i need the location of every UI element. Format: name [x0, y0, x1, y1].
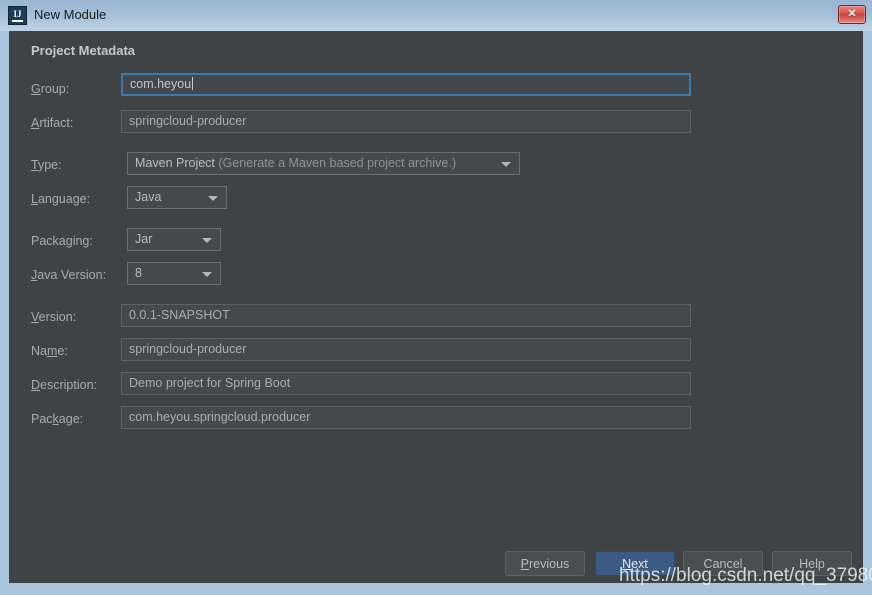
label-version: Version:: [31, 310, 77, 324]
group-input[interactable]: com.heyou: [121, 73, 691, 96]
packaging-combobox[interactable]: Jar: [127, 228, 221, 251]
java-version-combobox[interactable]: 8: [127, 262, 221, 285]
dialog-content: Project Metadata Group: com.heyou Artifa…: [9, 31, 863, 583]
label-package: Package:: [31, 412, 84, 426]
help-button[interactable]: Help: [772, 551, 852, 576]
page-title: Project Metadata: [31, 43, 136, 58]
label-description: Description:: [31, 378, 98, 392]
language-combobox[interactable]: Java: [127, 186, 227, 209]
label-type: Type:: [31, 158, 62, 172]
version-input[interactable]: 0.0.1-SNAPSHOT: [121, 304, 691, 327]
window-title: New Module: [34, 7, 107, 22]
type-value-suffix: (Generate a Maven based project archive.…: [214, 156, 457, 170]
close-glyph: ✕: [847, 8, 857, 20]
language-combobox-value: Java: [135, 190, 162, 204]
label-group: Group:: [31, 82, 70, 96]
java-version-combobox-value: 8: [135, 266, 142, 280]
previous-button-label: Previous: [520, 556, 570, 571]
label-java-version: Java Version:: [31, 268, 107, 282]
description-input[interactable]: Demo project for Spring Boot: [121, 372, 691, 395]
next-button[interactable]: Next: [595, 551, 675, 576]
previous-button[interactable]: Previous: [505, 551, 585, 576]
packaging-combobox-value: Jar: [135, 232, 153, 246]
chevron-down-icon: [208, 196, 218, 201]
chevron-down-icon: [501, 162, 511, 167]
new-module-dialog-window: IJ New Module ✕ Project Metadata Group: …: [0, 0, 872, 595]
artifact-input[interactable]: springcloud-producer: [121, 110, 691, 133]
next-button-label: Next: [622, 556, 648, 571]
label-name: Name:: [31, 344, 68, 358]
package-input[interactable]: com.heyou.springcloud.producer: [121, 406, 691, 429]
label-artifact: Artifact:: [31, 116, 74, 130]
close-icon[interactable]: ✕: [838, 5, 866, 24]
cancel-button[interactable]: Cancel: [683, 551, 763, 576]
chevron-down-icon: [202, 272, 212, 277]
type-combobox[interactable]: Maven Project (Generate a Maven based pr…: [127, 152, 520, 175]
name-input[interactable]: springcloud-producer: [121, 338, 691, 361]
chevron-down-icon: [202, 238, 212, 243]
label-language: Language:: [31, 192, 91, 206]
type-combobox-value: Maven Project (Generate a Maven based pr…: [135, 153, 456, 174]
title-bar: IJ New Module ✕: [0, 0, 872, 31]
label-packaging: Packaging:: [31, 234, 93, 248]
type-value-main: Maven Project: [135, 156, 215, 170]
intellij-idea-icon: IJ: [8, 6, 27, 25]
group-input-value: com.heyou: [130, 77, 192, 91]
text-caret: [192, 77, 194, 90]
